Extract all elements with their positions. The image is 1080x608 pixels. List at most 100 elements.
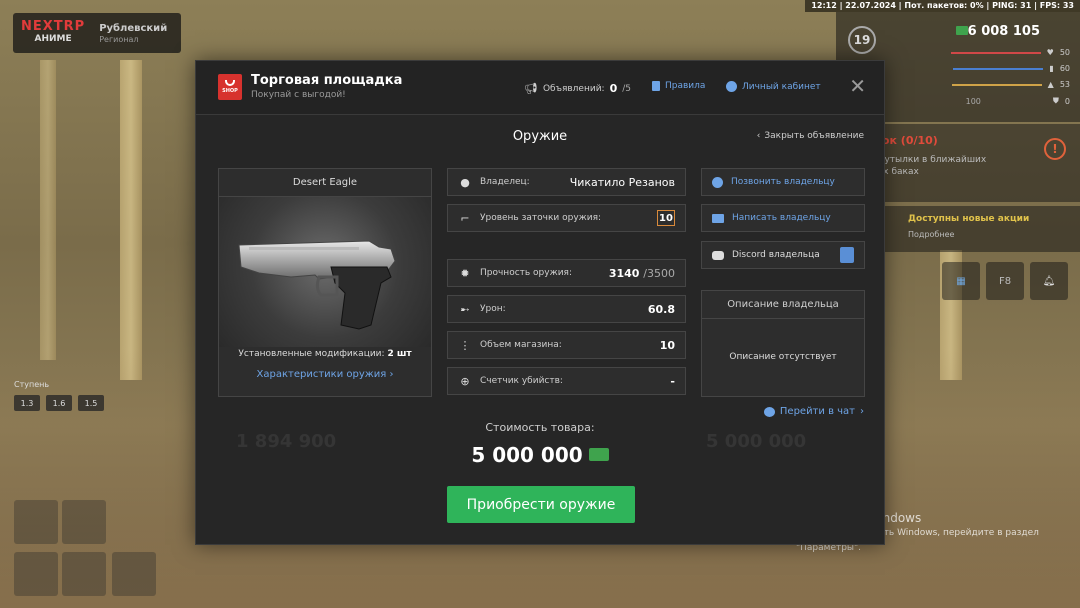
user-icon (726, 81, 737, 92)
armor-bar (953, 67, 1044, 70)
magazine-row: ⋮ Объем магазина: 10 (447, 331, 686, 359)
hud-icons: ▦ F8 🔔︎ (942, 262, 1080, 300)
inventory-slot[interactable] (62, 552, 106, 596)
go-to-chat-link[interactable]: Перейти в чат › (763, 406, 864, 417)
damage-value: 60.8 (647, 302, 675, 316)
owner-description: Описание владельца Описание отсутствует (701, 290, 865, 397)
ads-label: Объявлений: (542, 83, 605, 94)
bullet-icon: ➸ (460, 302, 470, 316)
step-chip[interactable]: 1.5 (78, 395, 104, 411)
description-title: Описание владельца (702, 291, 864, 319)
damage-row: ➸ Урон: 60.8 (447, 295, 686, 323)
logo-subtext: АНИМЕ (34, 34, 72, 44)
marketplace-modal: 1 894 900 5 000 000 SHOP Торговая площад… (195, 60, 885, 545)
price: 5 000 000 (196, 443, 884, 467)
magazine-icon: ⋮ (459, 338, 471, 352)
kills-label: Счетчик убийств: (480, 376, 563, 386)
inventory-slot[interactable] (14, 500, 58, 544)
hunger-icon: ▲ (1047, 80, 1054, 89)
call-owner-label: Позвонить владельцу (731, 177, 835, 187)
magazine-label: Объем магазина: (480, 340, 562, 350)
kills-row: ⊕ Счетчик убийств: - (447, 367, 686, 395)
magazine-value: 10 (659, 338, 675, 352)
shield-value: 0 (1064, 96, 1070, 106)
inventory-slot[interactable] (62, 500, 106, 544)
durability-current: 3140 (608, 266, 640, 280)
promo-more[interactable]: Подробнее (908, 230, 954, 239)
ads-max: /5 (622, 83, 632, 94)
item-card: Desert Eagle Установленные модификации: … (218, 168, 432, 397)
durability-label: Прочность оружия: (480, 268, 572, 278)
modal-subtitle: Покупай с выгодой! (251, 90, 346, 100)
user-icon: ● (460, 175, 470, 189)
call-owner-button[interactable]: Позвонить владельцу (701, 168, 865, 196)
cash-icon (588, 448, 609, 461)
price-value: 5 000 000 (471, 443, 583, 467)
f8-key-icon[interactable]: F8 (986, 262, 1024, 300)
copy-icon[interactable] (840, 247, 854, 263)
owner-value: Чикатило Резанов (569, 175, 675, 189)
shop-logo-text: SHOP (222, 88, 238, 94)
rules-label: Правила (665, 81, 706, 91)
gear-icon: ✹ (460, 266, 470, 280)
steps-panel: Ступень 1.3 1.6 1.5 (14, 380, 104, 411)
crosshair-icon: ⊕ (460, 374, 470, 388)
sharpen-row: ⌐ Уровень заточки оружия: 10 (447, 204, 686, 232)
chevron-right-icon: › (389, 369, 394, 380)
calendar-icon[interactable]: ▦ (942, 262, 980, 300)
promo-title: Доступны новые акции (908, 214, 1030, 224)
stat-100: 100 (965, 96, 981, 106)
bell-icon[interactable]: 🔔︎ (1030, 262, 1068, 300)
owner-label: Владелец: (480, 177, 530, 187)
desert-eagle-icon (238, 240, 396, 330)
server-name: Рублевский (99, 22, 168, 34)
cabinet-label: Личный кабинет (742, 81, 821, 92)
mods-label: Установленные модификации: (238, 349, 385, 359)
chevron-right-icon: › (860, 406, 864, 417)
item-name: Desert Eagle (219, 169, 431, 197)
step-chip[interactable]: 1.3 (14, 395, 40, 411)
megaphone-icon: 📢︎ (524, 82, 538, 95)
mods-value: 2 шт (387, 349, 412, 359)
go-to-chat-label: Перейти в чат (779, 406, 855, 417)
status-bar: 12:12 | 22.07.2024 | Пот. пакетов: 0% | … (805, 0, 1080, 12)
chat-log (20, 72, 200, 111)
write-owner-button[interactable]: Написать владельцу (701, 204, 865, 232)
cash-icon (956, 26, 968, 35)
inventory-slot[interactable] (14, 552, 58, 596)
step-chip[interactable]: 1.6 (46, 395, 72, 411)
hunger-value: 53 (1059, 80, 1070, 89)
cabinet-link[interactable]: Личный кабинет (726, 81, 821, 92)
characteristics-link[interactable]: Характеристики оружия › (219, 369, 431, 380)
close-icon[interactable]: ✕ (849, 76, 866, 96)
armor-value: 60 (1059, 64, 1070, 73)
shield-icon: ⛊ (1052, 96, 1059, 105)
ads-counter: 📢︎ Объявлений: 0/5 (524, 82, 631, 95)
sharpen-value: 10 (657, 210, 675, 226)
durability-value: 3140 /3500 (609, 267, 675, 280)
durability-max: /3500 (643, 266, 675, 280)
inventory-slot[interactable] (112, 552, 156, 596)
shop-icon: SHOP (218, 74, 242, 100)
rules-link[interactable]: Правила (652, 81, 705, 91)
ads-current: 0 (609, 82, 618, 95)
chevron-left-icon: ‹ (756, 131, 761, 141)
weapon-image (219, 197, 431, 347)
modal-header: SHOP Торговая площадка Покупай с выгодой… (196, 61, 884, 115)
hunger-bar (951, 83, 1042, 86)
server-logo: NEXTRP АНИМЕ Рублевский Регионал (13, 13, 181, 53)
close-ad-label: Закрыть объявление (764, 131, 864, 141)
logo-mark: NEXTRP АНИМЕ (21, 20, 85, 45)
armor-icon: ▮ (1049, 64, 1054, 73)
gun-icon: ⌐ (460, 211, 470, 225)
discord-owner-label: Discord владельца (732, 250, 820, 260)
steps-label: Ступень (14, 380, 50, 389)
server-sub: Регионал (99, 34, 139, 44)
discord-owner-button[interactable]: Discord владельца (701, 241, 865, 269)
close-ad-button[interactable]: ‹ Закрыть объявление (757, 131, 864, 141)
damage-label: Урон: (480, 304, 506, 314)
buy-weapon-button[interactable]: Приобрести оружие (447, 486, 635, 523)
level-badge: 19 (848, 26, 876, 54)
owner-row: ● Владелец: Чикатило Резанов (447, 168, 686, 196)
description-text: Описание отсутствует (729, 352, 837, 362)
